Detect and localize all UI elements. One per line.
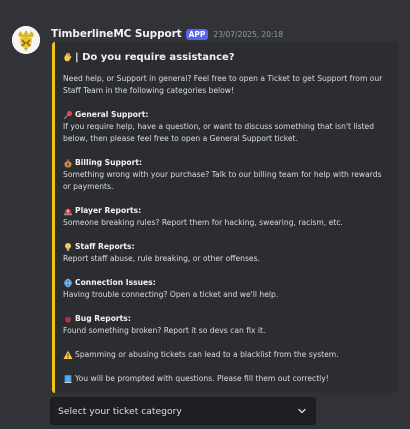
section-bug-reports-title: Bug Reports: xyxy=(63,313,388,325)
money-bag-icon: $ xyxy=(63,158,73,168)
book-icon xyxy=(63,374,73,384)
embed-intro: Need help, or Support in general? Feel f… xyxy=(63,74,383,95)
app-badge: APP xyxy=(185,28,209,40)
warning-text: Spamming or abusing tickets can lead to … xyxy=(75,350,339,359)
section-billing-support-title: $ Billing Support: xyxy=(63,157,388,169)
section-staff-reports-title: Staff Reports: xyxy=(63,241,388,253)
section-connection-issues-title: Connection Issues: xyxy=(63,277,388,289)
globe-icon xyxy=(63,278,73,288)
select-placeholder: Select your ticket category xyxy=(58,405,182,417)
chevron-down-icon xyxy=(297,406,307,416)
lightbulb-icon xyxy=(63,242,73,252)
note-line: You will be prompted with questions. Ple… xyxy=(63,373,388,385)
author-name[interactable]: TimberlineMC Support xyxy=(51,28,182,40)
section-general-support-text: If you require help, have a question, or… xyxy=(63,122,375,143)
svg-text:$: $ xyxy=(67,162,70,167)
bug-icon xyxy=(63,314,73,324)
timestamp: 23/07/2025, 20:18 xyxy=(213,29,284,39)
section-general-support-title: General Support: xyxy=(63,109,388,121)
bot-avatar-icon xyxy=(12,26,40,54)
warning-icon xyxy=(63,350,73,360)
avatar[interactable] xyxy=(12,26,40,54)
warning-line: Spamming or abusing tickets can lead to … xyxy=(63,349,388,361)
section-bug-reports-text: Found something broken? Report it so dev… xyxy=(63,326,266,335)
embed-title-text: | Do you require assistance? xyxy=(75,51,235,63)
siren-icon xyxy=(63,206,73,216)
embed-description: Need help, or Support in general? Feel f… xyxy=(63,73,388,385)
ticket-category-select[interactable]: Select your ticket category xyxy=(50,397,316,425)
embed-title: | Do you require assistance? xyxy=(63,50,388,64)
raised-hand-icon xyxy=(63,52,73,62)
section-player-reports-title: Player Reports: xyxy=(63,205,388,217)
pushpin-icon xyxy=(63,110,73,120)
note-text: You will be prompted with questions. Ple… xyxy=(75,374,329,383)
section-billing-support-text: Something wrong with your purchase? Talk… xyxy=(63,170,382,191)
section-player-reports-text: Someone breaking rules? Report them for … xyxy=(63,218,343,227)
embed: | Do you require assistance? Need help, … xyxy=(52,42,398,393)
bot-message: TimberlineMC Support APP 23/07/2025, 20:… xyxy=(0,0,410,429)
section-staff-reports-text: Report staff abuse, rule breaking, or ot… xyxy=(63,254,260,263)
message-header: TimberlineMC Support APP 23/07/2025, 20:… xyxy=(51,27,283,41)
section-connection-issues-text: Having trouble connecting? Open a ticket… xyxy=(63,290,279,299)
